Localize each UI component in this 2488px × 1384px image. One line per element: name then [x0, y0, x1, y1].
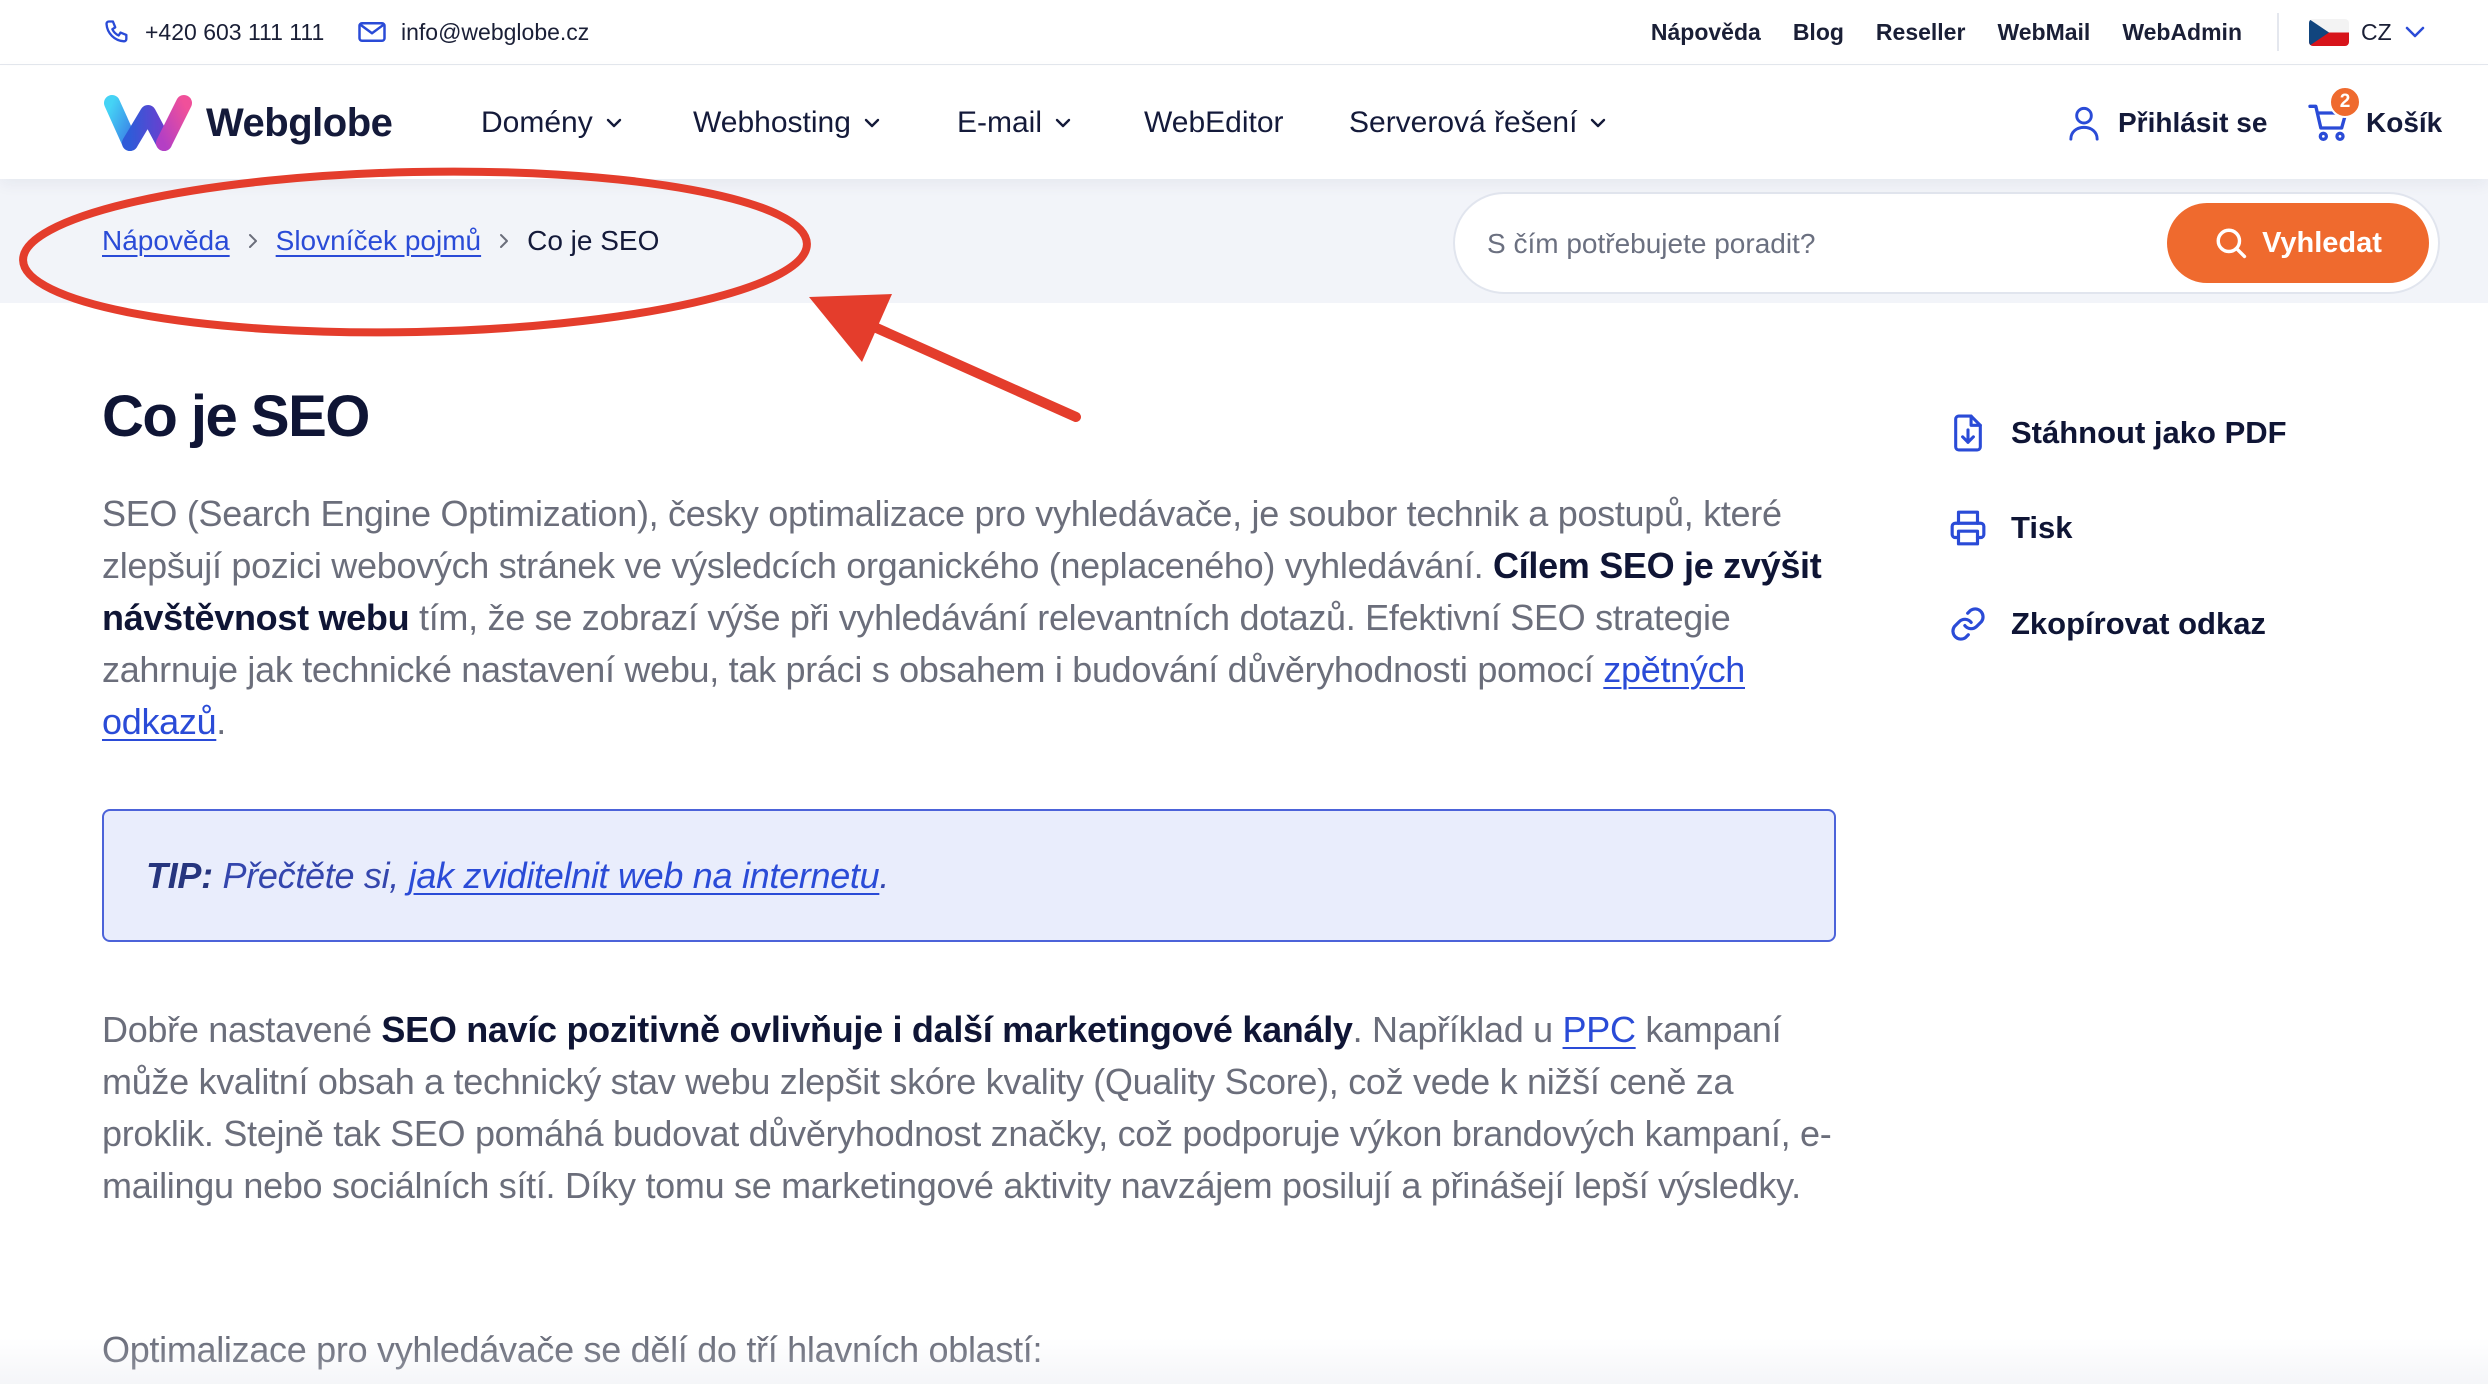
ppc-link[interactable]: PPC: [1563, 1009, 1636, 1050]
main-navigation: Webglobe Domény Webhosting E-mail WebEdi…: [0, 66, 2488, 179]
phone-link[interactable]: +420 603 111 111: [103, 0, 324, 64]
areas-paragraph: Optimalizace pro vyhledávače se dělí do …: [102, 1329, 1043, 1370]
cart-button[interactable]: Košík: [2308, 66, 2442, 179]
nav-item-label: WebEditor: [1144, 105, 1284, 139]
annotation-arrow-shaft: [867, 321, 1081, 422]
nav-item-label: Serverová řešení: [1349, 105, 1578, 139]
search-button[interactable]: Vyhledat: [2167, 203, 2429, 283]
search-button-label: Vyhledat: [2262, 226, 2382, 259]
search-input[interactable]: [1485, 214, 2149, 274]
logo[interactable]: Webglobe: [102, 93, 393, 153]
cart-label: Košík: [2366, 106, 2443, 138]
top-link-blog[interactable]: Blog: [1793, 19, 1844, 46]
annotation-arrow-head: [809, 294, 892, 362]
search-icon: [2214, 226, 2248, 260]
chevron-down-icon: [1054, 117, 1072, 129]
nav-item-webhosting[interactable]: Webhosting: [693, 66, 881, 179]
breadcrumb-help[interactable]: Nápověda: [102, 225, 230, 257]
email-address: info@webglobe.cz: [401, 18, 590, 45]
nav-item-label: Domény: [481, 105, 593, 139]
chevron-down-icon: [605, 117, 623, 129]
webglobe-logo-icon: [102, 93, 194, 153]
login-label: Přihlásit se: [2118, 106, 2268, 138]
link-icon: [1949, 605, 1987, 643]
printer-icon: [1949, 509, 1987, 547]
page-title: Co je SEO: [102, 384, 370, 449]
cart-count-badge: 2: [2329, 86, 2361, 118]
marketing-paragraph: Dobře nastavené SEO navíc pozitivně ovli…: [102, 1004, 1842, 1212]
breadcrumb: Nápověda Slovníček pojmů Co je SEO: [102, 179, 659, 303]
page: +420 603 111 111 info@webglobe.cz Nápově…: [0, 0, 2488, 1384]
czech-flag-icon: [2309, 18, 2349, 46]
mail-icon: [357, 19, 387, 45]
top-link-help[interactable]: Nápověda: [1651, 19, 1761, 46]
action-label: Zkopírovat odkaz: [2011, 606, 2266, 641]
breadcrumb-current: Co je SEO: [527, 225, 660, 256]
search-form: Vyhledat: [1453, 192, 2440, 294]
top-bar: +420 603 111 111 info@webglobe.cz Nápově…: [0, 0, 2488, 65]
phone-icon: [103, 18, 131, 46]
email-link[interactable]: info@webglobe.cz: [357, 0, 589, 64]
chevron-down-icon: [1589, 117, 1607, 129]
download-pdf-button[interactable]: Stáhnout jako PDF: [1949, 403, 2287, 463]
action-label: Stáhnout jako PDF: [2011, 415, 2287, 450]
chevron-right-icon: [497, 232, 511, 250]
nav-item-label: Webhosting: [693, 105, 851, 139]
user-icon: [2066, 104, 2102, 142]
text-segment: .: [216, 701, 226, 742]
language-selector[interactable]: CZ: [2309, 0, 2426, 64]
nav-item-domains[interactable]: Domény: [481, 66, 623, 179]
chevron-down-icon: [863, 117, 881, 129]
tip-link[interactable]: jak zviditelnit web na internetu: [409, 855, 880, 896]
text-segment: Dobře nastavené: [102, 1009, 382, 1050]
top-link-reseller[interactable]: Reseller: [1876, 19, 1966, 46]
top-links: Nápověda Blog Reseller WebMail WebAdmin: [1651, 0, 2242, 64]
phone-number: +420 603 111 111: [145, 18, 325, 45]
tip-label: TIP:: [146, 854, 213, 896]
nav-item-webeditor[interactable]: WebEditor: [1144, 66, 1284, 179]
chevron-right-icon: [246, 232, 260, 250]
nav-item-label: E-mail: [957, 105, 1043, 139]
tip-text: Přečtěte si,: [212, 854, 409, 896]
top-bar-divider: [2277, 13, 2279, 51]
copy-link-button[interactable]: Zkopírovat odkaz: [1949, 594, 2266, 654]
file-download-icon: [1949, 413, 1987, 453]
nav-item-email[interactable]: E-mail: [957, 66, 1072, 179]
tip-end: .: [879, 854, 890, 896]
logo-text: Webglobe: [206, 100, 393, 145]
top-link-webadmin[interactable]: WebAdmin: [2122, 19, 2242, 46]
language-code: CZ: [2361, 18, 2392, 45]
print-button[interactable]: Tisk: [1949, 498, 2072, 558]
bold-segment: SEO navíc pozitivně ovlivňuje i další ma…: [381, 1009, 1353, 1050]
login-button[interactable]: Přihlásit se: [2066, 66, 2267, 179]
chevron-down-icon: [2404, 25, 2426, 39]
text-segment: . Například u: [1352, 1009, 1563, 1050]
breadcrumb-glossary[interactable]: Slovníček pojmů: [276, 225, 481, 257]
nav-item-server-solutions[interactable]: Serverová řešení: [1349, 66, 1607, 179]
intro-paragraph: SEO (Search Engine Optimization), česky …: [102, 488, 1842, 748]
action-label: Tisk: [2011, 510, 2073, 545]
tip-box: TIP: Přečtěte si, jak zviditelnit web na…: [102, 809, 1836, 942]
top-link-webmail[interactable]: WebMail: [1997, 19, 2090, 46]
